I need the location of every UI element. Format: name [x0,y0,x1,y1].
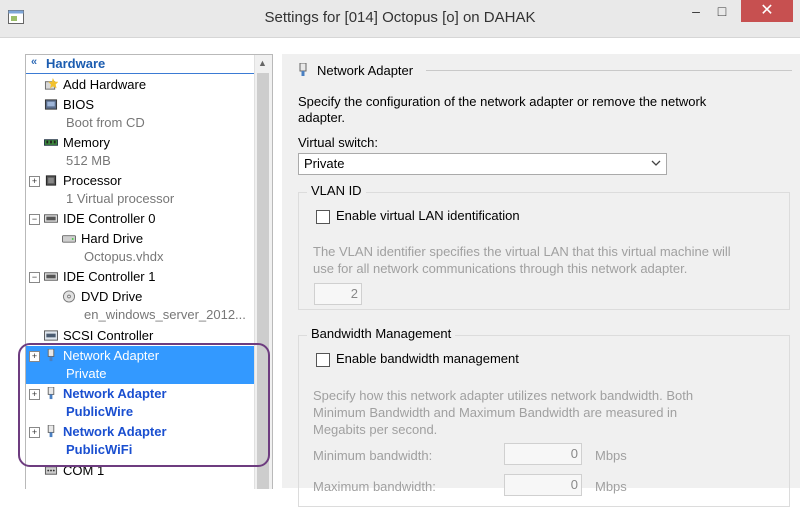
tree-item-bios[interactable]: BIOS Boot from CD [26,95,254,133]
min-bandwidth-unit: Mbps [595,448,627,463]
memory-icon [44,139,58,146]
max-bandwidth-field[interactable]: 0 [504,474,582,496]
max-bandwidth-unit: Mbps [595,479,627,494]
header-divider [426,70,792,71]
vlan-checkbox-label[interactable]: Enable virtual LAN identification [336,208,520,223]
expand-plus-icon[interactable]: + [29,176,40,187]
bandwidth-checkbox-label[interactable]: Enable bandwidth management [336,351,519,366]
dvd-drive-icon [62,290,76,303]
panel-title: Network Adapter [317,63,414,78]
window-title: Settings for [014] Octopus [o] on DAHAK [264,9,536,26]
add-hardware-icon [44,78,58,90]
tree-item-detail: 1 Virtual processor [66,191,175,206]
collapse-minus-icon[interactable]: − [29,272,40,283]
tree-item-detail: 512 MB [66,153,111,168]
bandwidth-group-title: Bandwidth Management [307,326,456,341]
hard-drive-icon [62,235,76,243]
bandwidth-checkbox[interactable] [316,353,330,367]
tree-item-label: Processor [63,173,122,188]
tree-item-label: IDE Controller 0 [63,211,156,226]
tree-item-detail: Boot from CD [66,115,145,130]
hardware-section-header[interactable]: « Hardware [26,55,254,74]
virtual-switch-dropdown[interactable]: Private [298,153,667,175]
maximize-button[interactable]: □ [707,0,737,22]
vlan-checkbox[interactable] [316,210,330,224]
tree-item-memory[interactable]: Memory 512 MB [26,133,254,171]
tree-item-label: DVD Drive [81,289,143,304]
virtual-switch-label: Virtual switch: [298,135,378,150]
tree-item-label: BIOS [63,97,95,112]
close-button[interactable]: ✕ [741,0,793,22]
scroll-up-arrow-icon[interactable]: ▲ [258,58,267,68]
bandwidth-help-text: Specify how this network adapter utilize… [313,388,694,437]
chevron-down-icon[interactable] [649,157,663,169]
vlan-id-field[interactable]: 2 [314,283,362,305]
panel-header: Network Adapter [298,63,792,79]
vlan-group-title: VLAN ID [307,183,366,198]
tree-item-hard-drive[interactable]: Hard Drive Octopus.vhdx [26,229,254,267]
settings-panel: Network Adapter Specify the configuratio… [282,54,800,507]
tree-item-label: Memory [63,135,110,150]
tree-item-label: IDE Controller 1 [63,269,156,284]
vlan-help-text: The VLAN identifier specifies the virtua… [313,244,731,276]
network-adapter-icon [299,63,307,76]
tree-item-add-hardware[interactable]: Add Hardware [26,75,254,95]
tree-item-detail: en_windows_server_2012... [84,307,246,322]
max-bandwidth-label: Maximum bandwidth: [313,479,436,494]
min-bandwidth-label: Minimum bandwidth: [313,448,433,463]
scsi-controller-icon [44,330,58,341]
tree-item-label: Add Hardware [63,77,147,92]
tree-item-dvd-drive[interactable]: DVD Drive en_windows_server_2012... [26,287,254,325]
title-bar: Settings for [014] Octopus [o] on DAHAK … [0,0,800,38]
bandwidth-group: Bandwidth Management Enable bandwidth ma… [298,326,790,507]
tree-item-ide-controller-0[interactable]: − IDE Controller 0 [26,209,254,229]
processor-icon [45,175,57,186]
hardware-section-label: Hardware [46,56,106,71]
tree-item-ide-controller-1[interactable]: − IDE Controller 1 [26,267,254,287]
virtual-switch-value: Private [304,156,345,171]
vlan-group: VLAN ID Enable virtual LAN identificatio… [298,183,790,310]
hardware-tree: « Hardware [26,55,254,74]
tree-item-detail: Octopus.vhdx [84,249,164,264]
panel-description: Specify the configuration of the network… [298,94,707,125]
bios-icon [44,99,58,110]
collapse-chevron-icon[interactable]: « [31,56,37,68]
collapse-minus-icon[interactable]: − [29,214,40,225]
tree-item-label: Hard Drive [81,231,144,246]
ide-controller-icon [44,272,58,281]
ide-controller-icon [44,214,58,223]
tree-item-processor[interactable]: + Processor 1 Virtual processor [26,171,254,209]
network-adapters-highlight-ring [18,343,270,467]
tree-item-label: SCSI Controller [63,328,154,343]
min-bandwidth-field[interactable]: 0 [504,443,582,465]
